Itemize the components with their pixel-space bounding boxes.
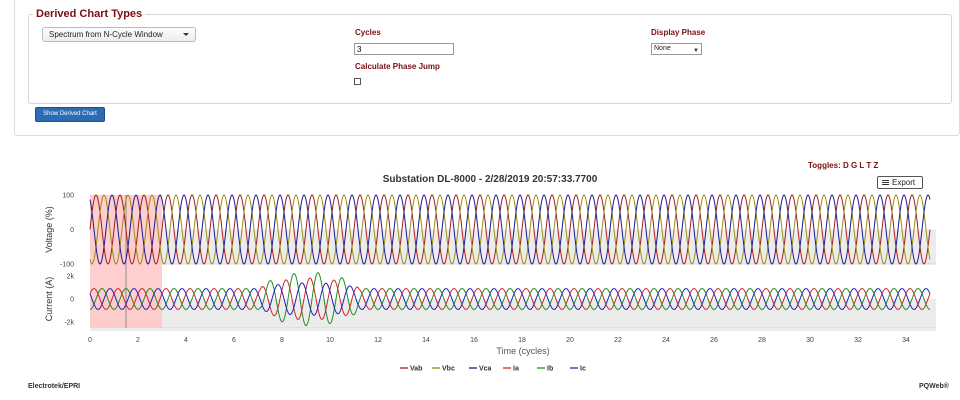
x-tick-label: 20 [566,337,574,344]
legend-label: Vab [410,366,422,373]
phase-jump-label: Calculate Phase Jump [355,62,440,71]
toggles-label[interactable]: Toggles: D G L T Z [808,161,878,170]
chart-legend[interactable]: Vab Vbc Vca Ia Ib Ic [400,366,586,373]
legend-item-ia[interactable]: Ia [503,366,519,373]
plot-band-upper [90,195,936,230]
legend-item-ib[interactable]: Ib [537,366,553,373]
x-tick-label: 28 [758,337,766,344]
x-tick-label: 8 [280,337,284,344]
x-tick-label: 26 [710,337,718,344]
y-tick-label: 2k [67,274,75,281]
display-phase-label: Display Phase [651,28,706,37]
cycles-input[interactable] [354,43,454,55]
derived-chart-types-group: Derived Chart Types [28,8,952,104]
display-phase-select[interactable]: None ▼ [651,43,702,55]
y-tick-label: -100 [60,262,74,269]
chevron-down-icon: ▼ [693,48,699,54]
chart-title: Substation DL-8000 - 2/28/2019 20:57:33.… [382,174,598,185]
plot-band-lower [90,299,936,328]
legend-label: Ia [513,366,519,373]
y-tick-label: -2k [64,320,74,327]
legend-label: Ib [547,366,553,373]
legend-label: Vca [479,366,492,373]
y-tick-label: 100 [62,193,74,200]
x-tick-label: 2 [136,337,140,344]
display-phase-selected: None [654,45,671,52]
x-tick-label: 16 [470,337,478,344]
x-tick-label: 32 [854,337,862,344]
x-tick-label: 22 [614,337,622,344]
plot-band-upper [90,270,936,299]
legend-label: Vbc [442,366,455,373]
x-tick-label: 24 [662,337,670,344]
show-derived-chart-button[interactable]: Show Derived Chart [35,107,105,122]
phase-jump-checkbox[interactable] [354,78,361,85]
y-tick-label: 0 [70,297,74,304]
x-tick-label: 4 [184,337,188,344]
legend-label: Ic [580,366,586,373]
x-tick-label: 18 [518,337,526,344]
x-tick-label: 14 [422,337,430,344]
y-tick-label: 0 [70,227,74,234]
y-axis-label: Current (A) [44,277,54,322]
group-legend: Derived Chart Types [36,8,143,20]
export-label: Export [892,178,916,187]
x-tick-label: 6 [232,337,236,344]
x-tick-label: 34 [902,337,910,344]
footer-vendor: Electrotek/EPRI [28,383,81,390]
x-axis-label: Time (cycles) [496,346,549,356]
legend-item-vca[interactable]: Vca [469,366,492,373]
x-tick-label: 0 [88,337,92,344]
x-tick-label: 30 [806,337,814,344]
plot-bands [90,195,936,329]
footer-product: PQWeb® [919,383,949,390]
x-tick-label: 12 [374,337,382,344]
menu-icon [882,179,889,186]
chart-type-dropdown[interactable]: Spectrum from N-Cycle Window [42,27,196,42]
legend-item-ic[interactable]: Ic [570,366,586,373]
chart-type-selected: Spectrum from N-Cycle Window [49,30,163,39]
chevron-down-icon [183,33,189,36]
y-axis-label: Voltage (%) [44,206,54,253]
waveform-chart[interactable]: 1000-100Voltage (%)2k0-2kCurrent (A)0 2 4 6… [0,188,960,388]
x-tick-label: 10 [326,337,334,344]
cycles-label: Cycles [355,28,381,37]
legend-item-vab[interactable]: Vab [400,366,422,373]
legend-item-vbc[interactable]: Vbc [432,366,455,373]
